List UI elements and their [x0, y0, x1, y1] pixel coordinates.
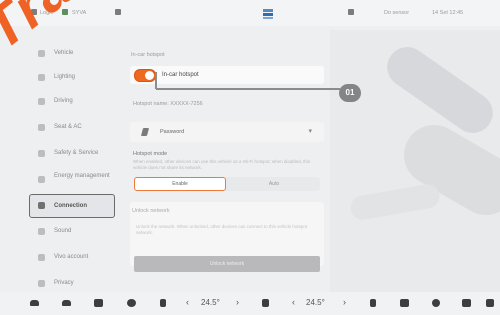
car-icon[interactable] [62, 300, 71, 306]
section-title: In-car hotspot [131, 52, 165, 58]
unlock-description: Unlock the network. When unlocked, other… [136, 224, 308, 235]
callout-leader-line [156, 88, 340, 90]
music-icon[interactable] [432, 299, 440, 307]
hotspot-mode-title: Hotspot mode [133, 151, 168, 157]
folder-icon[interactable] [115, 9, 121, 15]
status-right-1: Do sensor [384, 10, 410, 16]
temp-right: 24.5° [306, 298, 325, 307]
camera-icon[interactable] [462, 299, 471, 307]
home-icon[interactable] [30, 300, 39, 306]
unlock-title: Unlock network [132, 208, 170, 214]
phone-icon[interactable] [160, 299, 166, 307]
steering-icon [38, 98, 45, 105]
temp-right-decrease[interactable]: ‹ [292, 297, 295, 307]
bottom-dock: ‹ 24.5° › ‹ 24.5° › [0, 292, 500, 315]
sidebar-item-connection[interactable]: Connection [29, 194, 115, 218]
sidebar-item-account[interactable]: Vivo account [30, 248, 116, 268]
seat-icon[interactable] [370, 299, 376, 307]
hotspot-mode-description: When enabled, other devices can use this… [133, 159, 311, 170]
temp-right-increase[interactable]: › [343, 297, 346, 307]
hotspot-name: Hotspot name: XXXXX-7256 [133, 101, 203, 107]
sidebar-item-energy[interactable]: Energy management [30, 170, 116, 190]
screen: Logic SYVA Do sensor 14 Set 12:45 Vehicl… [0, 0, 500, 315]
background-image [330, 30, 500, 292]
sidebar-item-seat-ac[interactable]: Seat & AC [30, 118, 116, 138]
temp-left: 24.5° [201, 298, 220, 307]
navigation-icon[interactable] [400, 299, 409, 307]
mode-option-enable[interactable]: Enable [134, 177, 226, 191]
callout-leader-vertical [155, 72, 157, 89]
seat-icon [38, 124, 45, 131]
lock-icon [38, 280, 45, 287]
fan-icon[interactable] [127, 299, 136, 307]
temp-left-increase[interactable]: › [236, 297, 239, 307]
password-row[interactable]: Password ▾ [130, 122, 324, 142]
mode-option-auto[interactable]: Auto [228, 177, 320, 191]
sidebar-item-sound[interactable]: Sound [30, 222, 116, 242]
hotspot-toggle[interactable] [134, 69, 156, 82]
unlock-button[interactable]: Unlock network [134, 256, 320, 272]
sidebar-item-vehicle[interactable]: Vehicle [30, 44, 116, 64]
temp-left-decrease[interactable]: ‹ [186, 297, 189, 307]
settings-icon[interactable] [348, 9, 354, 15]
sidebar-item-driving[interactable]: Driving [30, 92, 116, 112]
seat-heat-icon[interactable] [94, 299, 103, 307]
callout-badge: 01 [339, 84, 361, 102]
hotspot-label: In-car hotspot [162, 72, 199, 78]
sidebar-item-lighting[interactable]: Lighting [30, 68, 116, 88]
vehicle-icon [38, 50, 45, 57]
password-label: Password [160, 129, 185, 135]
hotspot-mode-selector: Enable Auto [134, 177, 320, 191]
connection-panel: In-car hotspot In-car hotspot Hotspot na… [128, 44, 326, 282]
hotspot-row: In-car hotspot [130, 66, 324, 84]
sidebar-item-privacy[interactable]: Privacy [30, 274, 116, 294]
battery-icon [38, 176, 45, 183]
toggle-knob [145, 71, 154, 80]
app-logo [263, 9, 273, 19]
bulb-icon [38, 74, 45, 81]
speaker-icon [38, 228, 45, 235]
apps-icon[interactable] [486, 299, 494, 307]
chevron-down-icon: ▾ [308, 128, 312, 135]
sidebar-item-safety[interactable]: Safety & Service [30, 144, 116, 164]
status-right-2: 14 Set 12:45 [432, 10, 464, 16]
shield-icon [38, 150, 45, 157]
key-icon [140, 128, 150, 136]
ac-icon[interactable] [262, 299, 269, 307]
user-icon [38, 254, 45, 261]
link-icon [38, 202, 45, 209]
